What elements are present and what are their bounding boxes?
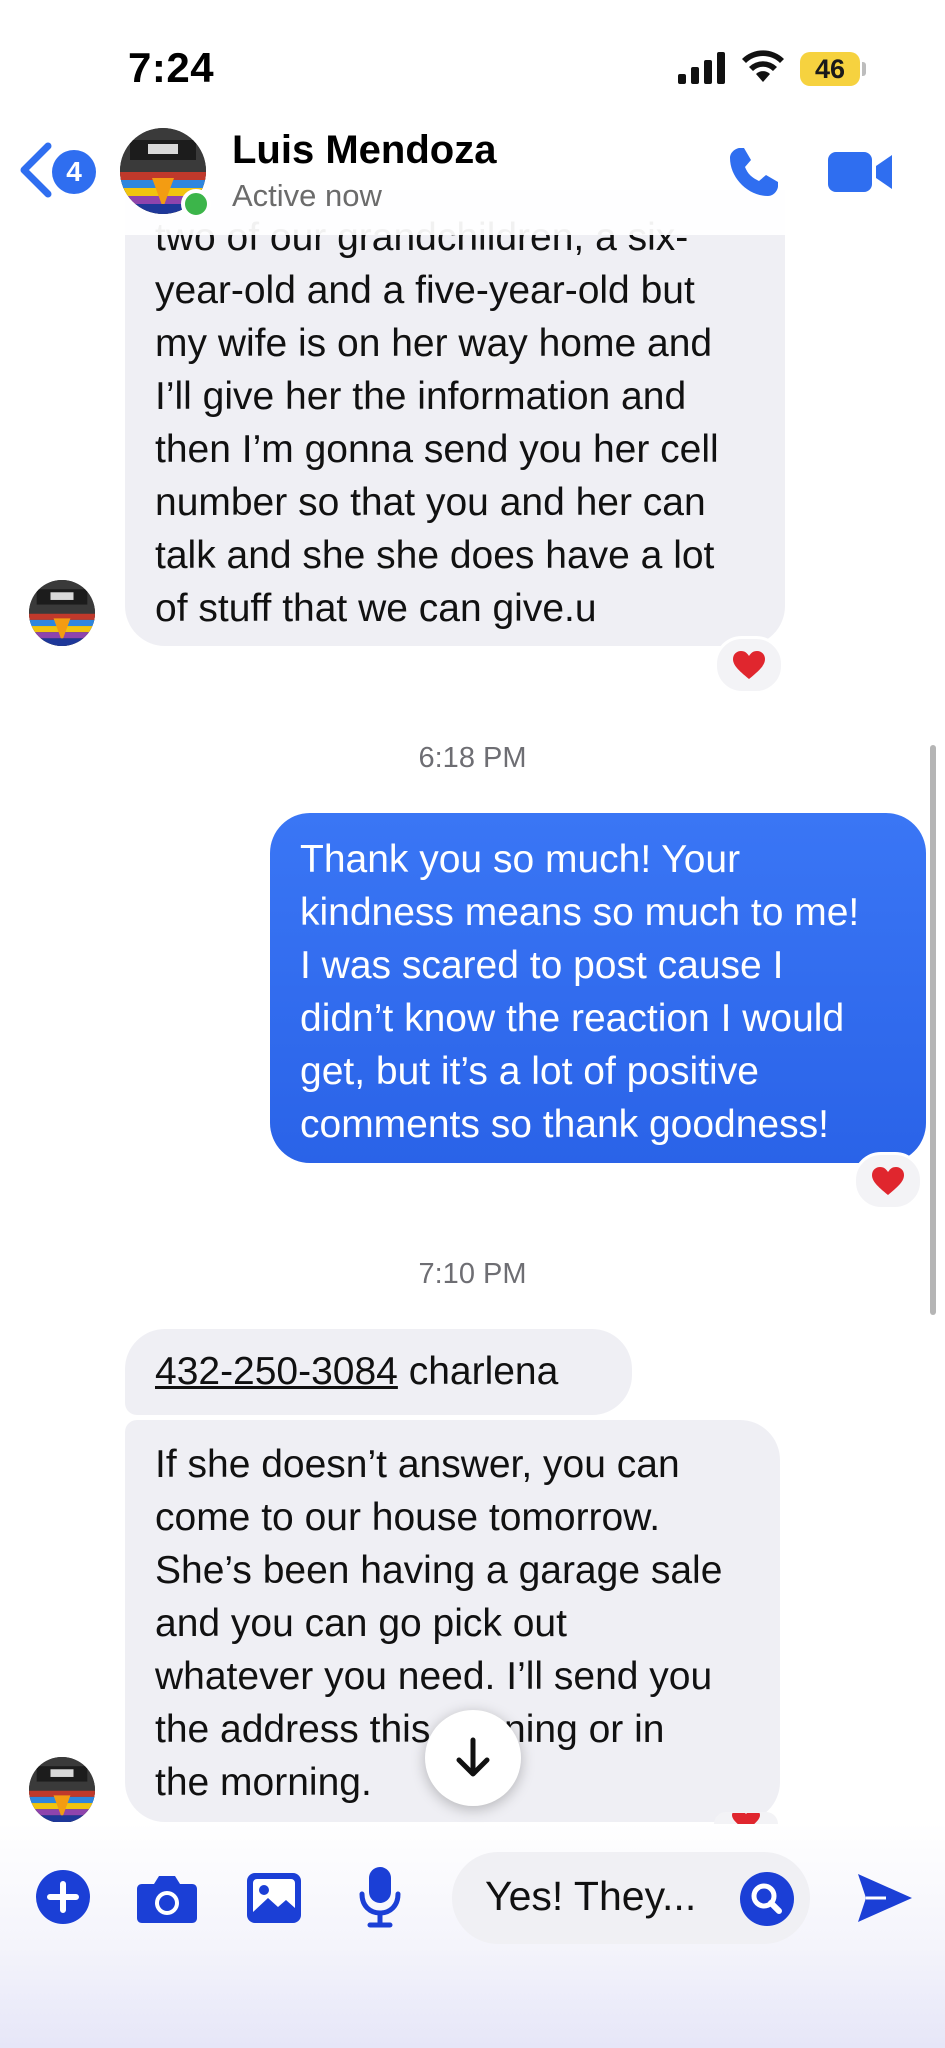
message-line: get, but it’s a lot of positive [300, 1050, 759, 1093]
message-line: If she doesn’t answer, you can [155, 1443, 680, 1486]
avatar-image [29, 1757, 95, 1823]
image-icon[interactable] [246, 1872, 302, 1924]
message-bubble-incoming[interactable]: 432-250-3084 charlena [125, 1329, 632, 1415]
video-call-icon[interactable] [828, 150, 894, 194]
cellular-signal-icon [678, 52, 725, 84]
heart-icon [732, 1812, 760, 1824]
back-unread-badge[interactable]: 4 [52, 150, 96, 194]
message-input-value[interactable]: Yes! They... [485, 1873, 696, 1920]
search-icon[interactable] [740, 1872, 794, 1926]
send-icon[interactable] [856, 1872, 914, 1924]
microphone-icon[interactable] [358, 1866, 402, 1928]
contact-status: Active now [232, 178, 382, 213]
battery-nub [862, 62, 866, 76]
heart-reaction[interactable] [714, 636, 784, 694]
scroll-to-bottom-button[interactable] [425, 1710, 521, 1806]
status-time: 7:24 [128, 44, 215, 91]
message-line: my wife is on her way home and [155, 322, 713, 365]
message-bubble-outgoing[interactable]: Thank you so much! Your kindness means s… [270, 813, 926, 1163]
message-line: I’ll give her the information and [155, 375, 687, 418]
message-line: kindness means so much to me! [300, 891, 860, 934]
message-line: didn’t know the reaction I would [300, 997, 845, 1040]
message-line: then I’m gonna send you her cell [155, 428, 719, 471]
arrow-down-icon [456, 1737, 490, 1777]
battery-indicator: 46 [800, 52, 860, 86]
timestamp: 6:18 PM [418, 742, 527, 774]
avatar-image [29, 580, 95, 646]
message-bubble-incoming[interactable]: two of our grandchildren, a six- year-ol… [125, 190, 785, 646]
message-line: year-old and a five-year-old but [155, 269, 695, 312]
phone-call-icon[interactable] [726, 144, 782, 200]
sender-avatar[interactable] [29, 1757, 95, 1823]
heart-icon [733, 651, 765, 679]
message-line: She’s been having a garage sale [155, 1549, 723, 1592]
message-line: comments so thank goodness! [300, 1103, 829, 1146]
online-indicator [181, 189, 211, 219]
message-line: number so that you and her can [155, 481, 706, 524]
message-line: talk and she she does have a lot [155, 534, 715, 577]
message-line: and you can go pick out [155, 1602, 567, 1645]
sender-avatar[interactable] [29, 580, 95, 646]
camera-icon[interactable] [136, 1872, 198, 1924]
wifi-icon [742, 50, 784, 82]
message-line: Thank you so much! Your [300, 838, 741, 881]
heart-reaction[interactable] [853, 1152, 923, 1210]
message-line: whatever you need. I’ll send you [155, 1655, 713, 1698]
reaction-peek [714, 1812, 778, 1824]
plus-icon[interactable] [36, 1870, 90, 1924]
back-chevron-icon[interactable] [18, 142, 54, 198]
message-text: charlena [397, 1350, 559, 1393]
timestamp: 7:10 PM [418, 1258, 527, 1290]
contact-name[interactable]: Luis Mendoza [232, 128, 496, 173]
message-line: come to our house tomorrow. [155, 1496, 661, 1539]
phone-number-link[interactable]: 432-250-3084 [155, 1350, 398, 1393]
message-line: of stuff that we can give.u [155, 587, 597, 630]
scrollbar[interactable] [930, 745, 936, 1315]
message-line: I was scared to post cause I [300, 944, 784, 987]
heart-icon [872, 1167, 904, 1195]
